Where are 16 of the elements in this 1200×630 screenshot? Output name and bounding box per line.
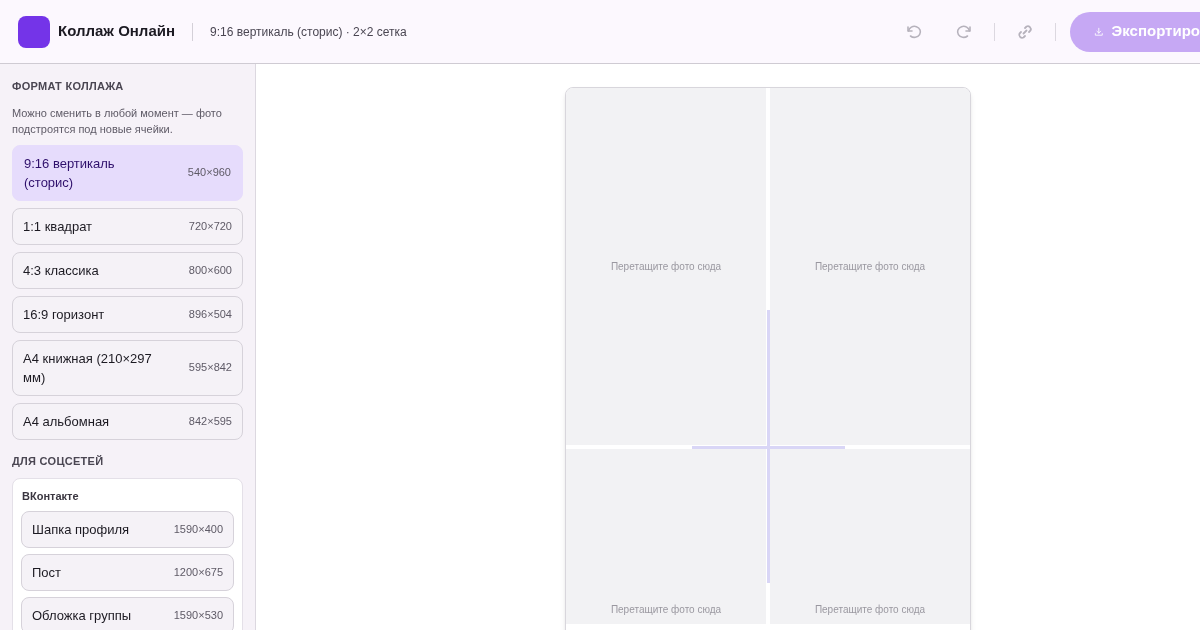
section-heading: ФОРМАТ КОЛЛАЖА (12, 79, 125, 94)
format-option[interactable]: A4 альбомная 842×595 (12, 402, 243, 440)
format-option[interactable]: 16:9 горизонт 896×504 (12, 295, 243, 333)
format-option[interactable]: 1:1 квадрат 720×720 (12, 207, 243, 245)
format-subtitle: 9:16 вертикаль (сторис) · 2×2 сетка (210, 23, 407, 41)
format-option[interactable]: 4:3 классика 800×600 (12, 251, 243, 289)
app-logo (18, 15, 50, 48)
section-heading: ДЛЯ СОЦСЕТЕЙ (12, 453, 105, 469)
format-option[interactable]: A4 книжная (210×297 мм) 595×842 (12, 339, 243, 396)
format-option[interactable]: Пост 1200×675 (21, 553, 234, 591)
format-option[interactable]: Обложка группы 1590×530 (21, 596, 234, 630)
format-option[interactable]: 9:16 вертикаль (сторис) 540×960 (12, 144, 243, 201)
section-hint: Можно сменить в любой момент — фото подстроятся под новые ячейки. (12, 105, 223, 137)
app-title: Коллаж Онлайн (58, 21, 176, 42)
group-title: ВКонтакте (22, 489, 80, 504)
format-option[interactable]: Шапка профиля 1590×400 (21, 510, 234, 548)
